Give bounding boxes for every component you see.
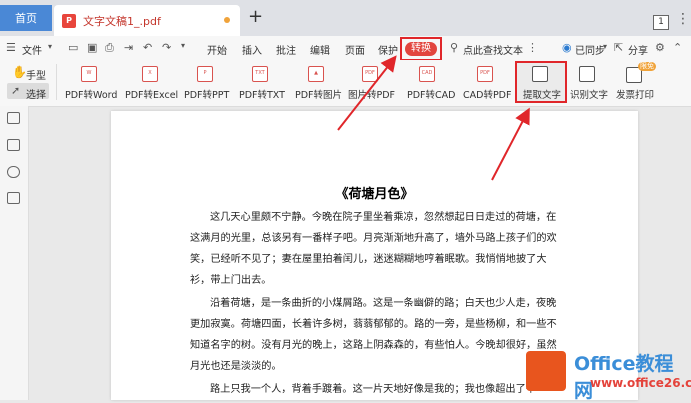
share-icon[interactable]: ⇱ <box>614 41 623 54</box>
extract-text-icon[interactable] <box>532 66 548 82</box>
pdf-to-cad-icon[interactable]: CAD <box>419 66 435 82</box>
recognize-text-button[interactable]: 识别文字 <box>570 87 608 101</box>
save-icon[interactable]: ▣ <box>87 41 97 54</box>
share-button[interactable]: 分享 <box>628 42 648 57</box>
pdf-to-txt-button[interactable]: PDF转TXT <box>239 87 285 101</box>
pdf-to-ppt-icon[interactable]: P <box>197 66 213 82</box>
tab-home[interactable]: 首页 <box>0 5 52 31</box>
menu-protect[interactable]: 保护 <box>378 42 398 57</box>
paragraph-2: 沿着荷塘，是一条曲折的小煤屑路。这是一条幽僻的路；白天也少人走，夜晚更加寂寞。荷… <box>190 298 557 372</box>
menu-insert[interactable]: 插入 <box>242 42 262 57</box>
sync-status[interactable]: 已同步 <box>575 42 605 57</box>
settings-gear-icon[interactable]: ⚙ <box>655 41 665 54</box>
pdf-to-excel-icon[interactable]: X <box>142 66 158 82</box>
hand-tool-icon[interactable]: ✋ <box>12 65 27 79</box>
cad-to-pdf-icon[interactable]: PDF <box>477 66 493 82</box>
invoice-print-button[interactable]: 发票打印 <box>616 87 654 101</box>
undo-icon[interactable]: ↶ <box>143 41 152 54</box>
cursor-icon: ➚ <box>11 84 21 97</box>
thumbnail-icon[interactable] <box>7 112 20 124</box>
document-tab-title: 文字文稿1_.pdf <box>83 14 161 28</box>
pdf-to-cad-button[interactable]: PDF转CAD <box>407 87 455 101</box>
window-count-badge[interactable]: 1 <box>653 15 669 30</box>
pdf-to-word-icon[interactable]: W <box>81 66 97 82</box>
menu-annotate[interactable]: 批注 <box>276 42 296 57</box>
cad-to-pdf-button[interactable]: CAD转PDF <box>463 87 511 101</box>
expand-icon[interactable]: ⌃ <box>673 41 682 54</box>
print-icon[interactable]: ⎙ <box>105 41 114 55</box>
redo-icon[interactable]: ↷ <box>162 41 171 54</box>
search-text-button[interactable]: 点此查找文本 <box>463 42 523 57</box>
new-tab-plus-icon[interactable]: + <box>248 8 263 26</box>
menu-file[interactable]: 文件 <box>22 42 42 57</box>
image-to-pdf-button[interactable]: 图片转PDF <box>348 87 395 101</box>
tab-document[interactable]: P 文字文稿1_.pdf <box>54 5 240 36</box>
pdf-to-word-button[interactable]: PDF转Word <box>65 87 117 101</box>
chevron-down-icon[interactable]: ▾ <box>48 42 52 51</box>
attachment-icon[interactable] <box>7 192 20 204</box>
image-to-pdf-icon[interactable]: PDF <box>362 66 378 82</box>
document-heading: 《荷塘月色》 <box>335 187 414 202</box>
select-tool-label: 选择 <box>26 90 46 101</box>
recognize-text-icon[interactable] <box>579 66 595 82</box>
search-icon[interactable]: ⚲ <box>450 41 458 54</box>
paragraph-3: 路上只我一个人，背着手踱着。这一片天地好像是我的；我也像超出了平 <box>210 384 536 395</box>
menu-page[interactable]: 页面 <box>345 42 365 57</box>
ribbon-divider <box>56 64 57 100</box>
menu-start[interactable]: 开始 <box>207 42 227 57</box>
more-options-icon[interactable]: ⋮ <box>527 41 538 54</box>
window-menu-icon[interactable]: ⋮ <box>676 12 690 26</box>
hand-tool-label[interactable]: 手型 <box>26 67 46 82</box>
image-panel-icon[interactable] <box>7 139 20 151</box>
sync-icon[interactable]: ◉ <box>562 41 572 54</box>
export-icon[interactable]: ⇥ <box>124 41 133 54</box>
watermark: Office教程网 www.office26.com <box>520 345 691 402</box>
watermark-url: www.office26.com <box>590 376 691 390</box>
menu-convert[interactable]: 转换 <box>405 42 437 56</box>
paragraph-1: 这几天心里颇不宁静。今晚在院子里坐着乘凉，忽然想起日日走过的荷塘，在这满月的光里… <box>190 212 557 286</box>
tag-icon[interactable] <box>7 166 20 178</box>
more-chevron-icon[interactable]: ▾ <box>181 41 185 50</box>
extract-text-button[interactable]: 提取文字 <box>523 87 561 101</box>
open-folder-icon[interactable]: ▭ <box>68 41 78 54</box>
pdf-to-image-button[interactable]: PDF转图片 <box>295 87 342 101</box>
sync-chevron-icon[interactable]: ▾ <box>603 42 607 51</box>
pdf-file-icon: P <box>62 13 76 28</box>
pdf-to-txt-icon[interactable]: TXT <box>252 66 268 82</box>
pdf-to-ppt-button[interactable]: PDF转PPT <box>184 87 229 101</box>
pdf-to-excel-button[interactable]: PDF转Excel <box>125 87 178 101</box>
pdf-to-image-icon[interactable]: ▲ <box>308 66 324 82</box>
office-logo-icon <box>526 351 566 391</box>
free-tag-badge: 限免 <box>638 62 656 71</box>
unsaved-dot-icon <box>224 17 230 23</box>
menu-edit[interactable]: 编辑 <box>310 42 330 57</box>
hamburger-icon[interactable]: ☰ <box>6 41 16 54</box>
